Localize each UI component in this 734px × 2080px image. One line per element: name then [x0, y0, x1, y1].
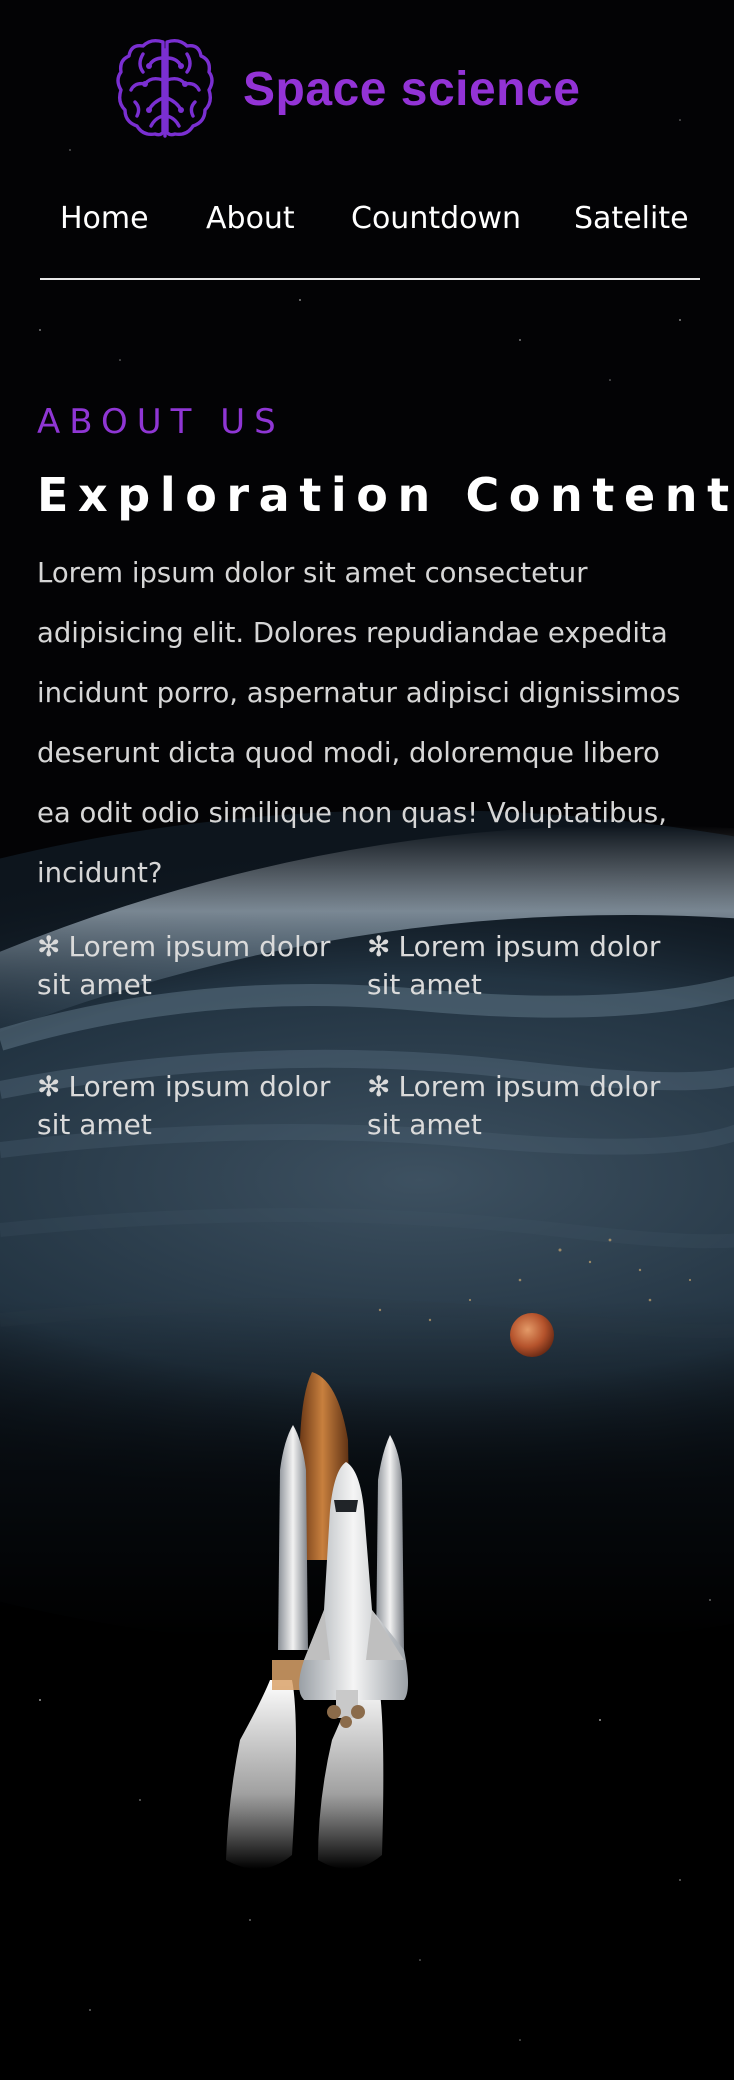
section-body-text: Lorem ipsum dolor sit amet consectetur a… — [37, 557, 681, 889]
feature-label: Lorem ipsum dolor sit amet — [37, 1070, 331, 1141]
feature-label: Lorem ipsum dolor sit amet — [37, 930, 331, 1001]
nav-link-countdown[interactable]: Countdown — [351, 196, 521, 242]
section-heading: Exploration Content — [37, 468, 734, 522]
asterisk-icon: ✻ — [37, 930, 61, 963]
asterisk-icon: ✻ — [367, 930, 391, 963]
brand-logo[interactable]: Space science — [113, 36, 580, 142]
page: Space science Home About Countdown Satel… — [0, 0, 734, 2080]
nav-link-satelite[interactable]: Satelite — [574, 196, 689, 242]
brain-icon — [116, 38, 214, 138]
feature-item: ✻ Lorem ipsum dolor sit amet — [37, 1068, 337, 1144]
mars-planet — [510, 1313, 554, 1357]
space-background — [0, 0, 734, 2080]
feature-label: Lorem ipsum dolor sit amet — [367, 1070, 661, 1141]
asterisk-icon: ✻ — [367, 1070, 391, 1103]
main-nav: Home About Countdown Satelite — [40, 196, 700, 242]
feature-item: ✻ Lorem ipsum dolor sit amet — [37, 928, 337, 1004]
nav-link-about[interactable]: About — [206, 196, 295, 242]
section-eyebrow: ABOUT US — [37, 402, 285, 442]
asterisk-icon: ✻ — [37, 1070, 61, 1103]
nav-link-home[interactable]: Home — [60, 196, 149, 242]
feature-item: ✻ Lorem ipsum dolor sit amet — [367, 1068, 667, 1144]
feature-item: ✻ Lorem ipsum dolor sit amet — [367, 928, 667, 1004]
feature-label: Lorem ipsum dolor sit amet — [367, 930, 661, 1001]
brand-name: Space science — [243, 62, 581, 116]
nav-divider — [40, 278, 700, 280]
